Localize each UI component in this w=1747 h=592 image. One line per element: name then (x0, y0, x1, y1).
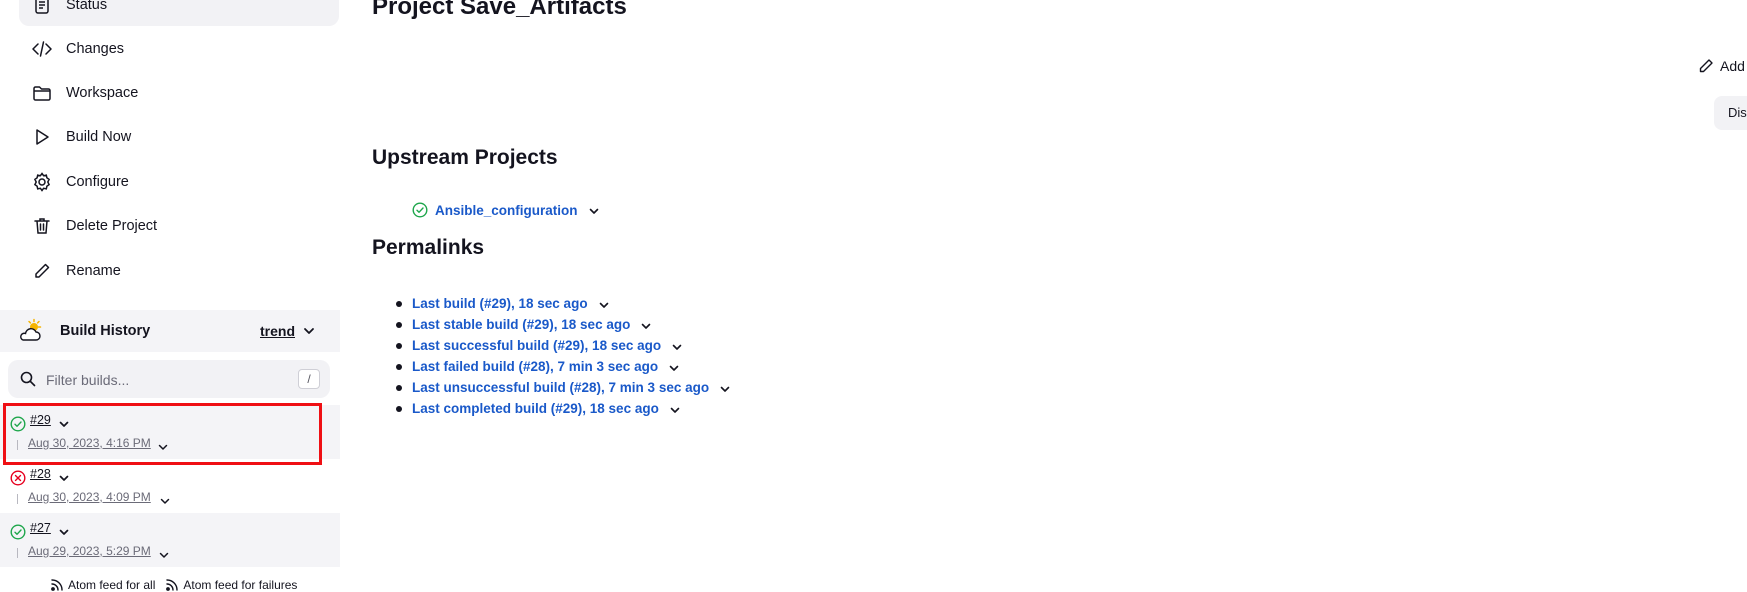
permalinks-title: Permalinks (372, 236, 485, 259)
task-delete-project[interactable]: Delete Project (19, 205, 339, 247)
rss-icon (166, 579, 179, 591)
upstream-projects-title: Upstream Projects (372, 146, 558, 169)
main-content: Project Save_Artifacts Upstream Projects… (372, 0, 1747, 591)
permalink-last-unsuccessful-build[interactable]: Last unsuccessful build (#28), 7 min 3 s… (412, 380, 709, 395)
upstream-project-link[interactable]: Ansible_configuration (435, 203, 578, 218)
task-label: Changes (66, 41, 125, 57)
permalinks-list: Last build (#29), 18 sec ago Last stable… (392, 293, 731, 419)
build-date-link[interactable]: Aug 30, 2023, 4:09 PM (28, 490, 151, 504)
permalink-item: Last failed build (#28), 7 min 3 sec ago (392, 356, 731, 377)
permalink-item: Last completed build (#29), 18 sec ago (392, 398, 731, 419)
document-icon (32, 0, 52, 15)
keyboard-shortcut-badge: / (298, 369, 320, 389)
filter-builds-input[interactable] (44, 368, 298, 392)
page-title: Project Save_Artifacts (372, 0, 627, 20)
folder-icon (32, 83, 52, 103)
bullet (396, 385, 402, 391)
task-label: Status (66, 0, 108, 13)
bullet (396, 301, 402, 307)
build-history-header: Build History trend (0, 310, 340, 352)
build-row: #29 Aug 30, 2023, 4:16 PM (0, 405, 340, 459)
pencil-icon (32, 261, 52, 281)
bullet (396, 322, 402, 328)
gear-icon (32, 172, 52, 192)
pencil-icon (1699, 59, 1713, 73)
weather-sunny-cloud-icon (18, 318, 44, 344)
permalink-item: Last stable build (#29), 18 sec ago (392, 314, 731, 335)
build-number-link[interactable]: #28 (30, 467, 51, 481)
task-label: Configure (66, 174, 129, 190)
search-icon (19, 370, 37, 388)
task-label: Rename (66, 263, 121, 279)
sidebar: Status Changes Workspace Build Now Confi… (0, 0, 340, 592)
task-label: Workspace (66, 85, 139, 101)
chevron-down-icon[interactable] (58, 525, 70, 537)
permalink-last-successful-build[interactable]: Last successful build (#29), 18 sec ago (412, 338, 661, 353)
timeline-bar (17, 440, 18, 450)
permalink-last-build[interactable]: Last build (#29), 18 sec ago (412, 296, 588, 311)
chevron-down-icon[interactable] (58, 471, 70, 483)
task-workspace[interactable]: Workspace (19, 72, 339, 114)
build-number-link[interactable]: #27 (30, 521, 51, 535)
permalink-last-failed-build[interactable]: Last failed build (#28), 7 min 3 sec ago (412, 359, 658, 374)
chevron-down-icon[interactable] (669, 403, 681, 415)
failure-x-icon (10, 470, 26, 486)
bullet (396, 364, 402, 370)
success-check-icon (412, 202, 428, 218)
success-check-icon (10, 416, 26, 432)
filter-builds-box: / (8, 360, 330, 398)
permalink-last-completed-build[interactable]: Last completed build (#29), 18 sec ago (412, 401, 659, 416)
trend-link[interactable]: trend (260, 323, 295, 339)
bullet (396, 406, 402, 412)
play-icon (32, 127, 52, 147)
atom-feed-failures-label: Atom feed for failures (183, 578, 298, 592)
task-rename[interactable]: Rename (19, 250, 339, 292)
timeline-bar (17, 494, 18, 504)
chevron-down-icon[interactable] (719, 382, 731, 394)
chevron-down-icon[interactable] (671, 340, 683, 352)
build-date-link[interactable]: Aug 30, 2023, 4:16 PM (28, 436, 151, 450)
bullet (396, 343, 402, 349)
permalink-last-stable-build[interactable]: Last stable build (#29), 18 sec ago (412, 317, 630, 332)
rss-icon (51, 579, 63, 591)
task-configure[interactable]: Configure (19, 161, 339, 203)
code-icon (32, 39, 52, 59)
upstream-project-item: Ansible_configuration (412, 202, 600, 218)
chevron-down-icon[interactable] (302, 324, 316, 338)
add-description-button[interactable]: Add (1698, 58, 1745, 74)
build-row: #28 Aug 30, 2023, 4:09 PM (0, 459, 340, 513)
task-label: Delete Project (66, 218, 158, 234)
permalink-item: Last unsuccessful build (#28), 7 min 3 s… (392, 377, 731, 398)
chevron-down-icon[interactable] (159, 494, 171, 506)
build-date-link[interactable]: Aug 29, 2023, 5:29 PM (28, 544, 151, 558)
atom-feeds: Atom feed for all Atom feed for failures (50, 578, 297, 592)
add-description-label: Add (1720, 58, 1745, 74)
timeline-bar (17, 548, 18, 558)
permalink-item: Last successful build (#29), 18 sec ago (392, 335, 731, 356)
task-changes[interactable]: Changes (19, 28, 339, 70)
chevron-down-icon[interactable] (588, 204, 600, 216)
chevron-down-icon[interactable] (158, 548, 170, 560)
disable-project-button[interactable]: Dis (1714, 96, 1747, 130)
atom-feed-failures-link[interactable]: Atom feed for failures (165, 578, 297, 592)
chevron-down-icon[interactable] (668, 361, 680, 373)
task-label: Build Now (66, 129, 132, 145)
chevron-down-icon[interactable] (58, 417, 70, 429)
atom-feed-all-label: Atom feed for all (68, 578, 156, 592)
chevron-down-icon[interactable] (640, 319, 652, 331)
task-status[interactable]: Status (19, 0, 339, 26)
trash-icon (32, 216, 52, 236)
build-number-link[interactable]: #29 (30, 413, 51, 427)
build-history-title: Build History (60, 323, 151, 339)
chevron-down-icon[interactable] (157, 440, 169, 452)
atom-feed-all-link[interactable]: Atom feed for all (50, 578, 155, 592)
build-row: #27 Aug 29, 2023, 5:29 PM (0, 513, 340, 567)
chevron-down-icon[interactable] (598, 298, 610, 310)
permalink-item: Last build (#29), 18 sec ago (392, 293, 731, 314)
task-build-now[interactable]: Build Now (19, 116, 339, 158)
success-check-icon (10, 524, 26, 540)
